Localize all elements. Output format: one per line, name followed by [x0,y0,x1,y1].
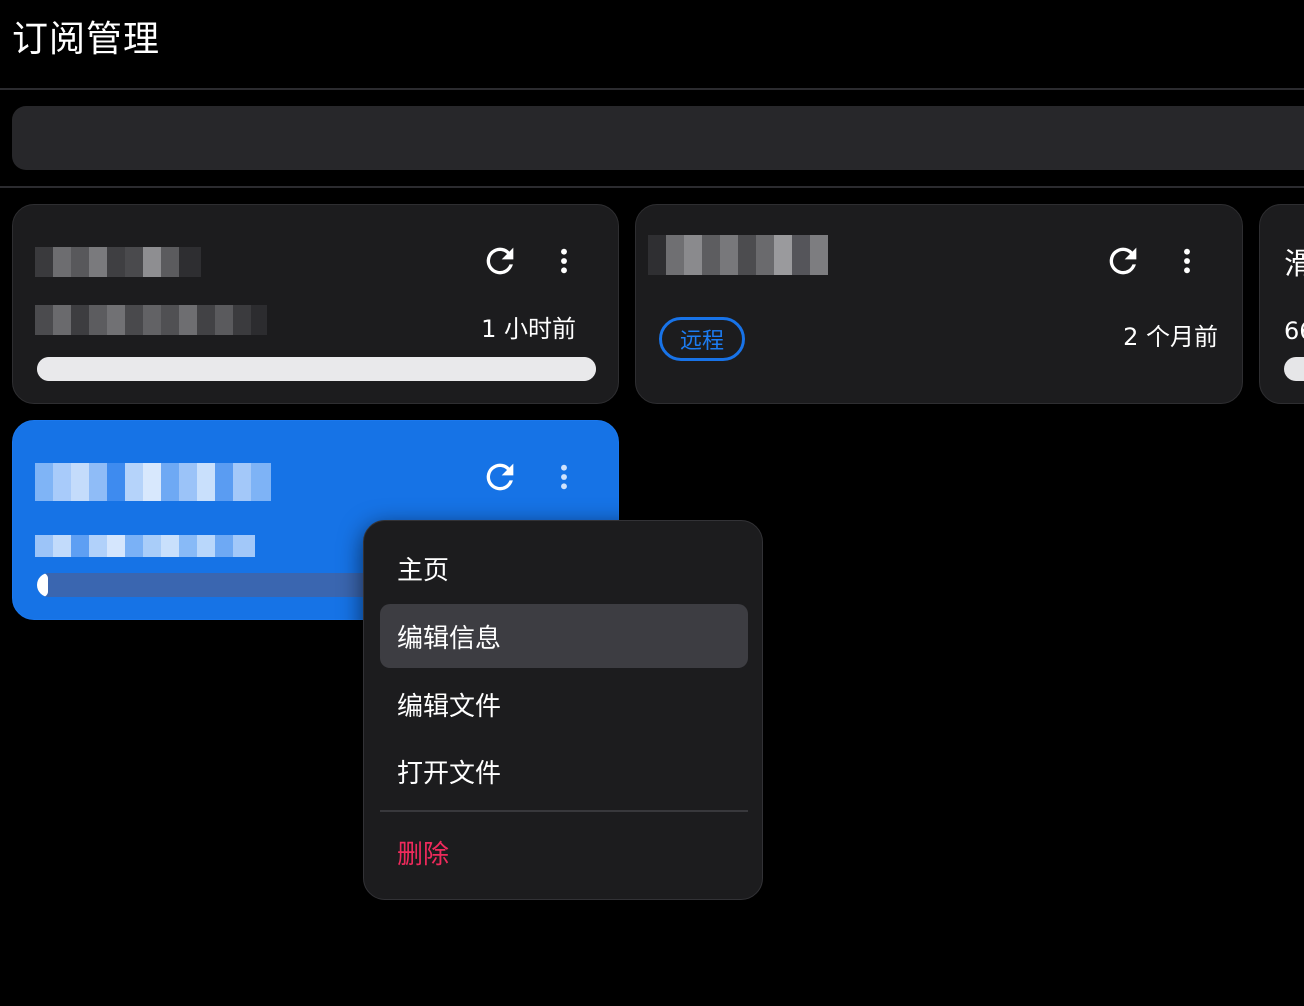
page-title: 订阅管理 [12,19,161,60]
card-value: 66 [1284,317,1304,345]
refresh-button[interactable] [476,453,524,501]
refresh-icon [486,463,514,491]
menu-item-edit-file[interactable]: 编辑文件 [380,672,748,736]
more-button[interactable] [540,453,588,501]
updated-time: 1 小时前 [481,315,576,343]
more-vertical-icon [561,248,567,274]
usage-progress-fill [37,573,49,597]
refresh-icon [1109,247,1137,275]
subscription-page: 订阅管理 1 小时前 远程 2 个月前 6 主页 编辑信息 编辑文件 打开文件 … [0,0,1304,1006]
card-title: 滑 [1284,245,1304,285]
menu-item-home[interactable]: 主页 [380,536,748,600]
card-url-redacted [35,305,267,335]
header-divider [0,88,1304,90]
more-button[interactable] [1163,237,1211,285]
remote-tag: 远程 [659,317,746,361]
menu-divider [380,810,748,812]
updated-time: 2 个月前 [1123,323,1218,351]
menu-item-delete[interactable]: 删除 [380,820,748,884]
refresh-icon [486,247,514,275]
context-menu: 主页 编辑信息 编辑文件 打开文件 删除 [363,520,763,900]
usage-progress-bar [37,357,596,381]
card-title-redacted [35,463,271,501]
menu-item-open-file[interactable]: 打开文件 [380,739,748,803]
usage-progress-fill [37,357,596,381]
refresh-button[interactable] [1099,237,1147,285]
subscription-card[interactable]: 滑 66 [1259,204,1304,404]
search-divider [0,186,1304,188]
more-vertical-icon [561,464,567,490]
subscription-card[interactable]: 1 小时前 [12,204,619,404]
card-url-redacted [35,535,255,557]
card-title-redacted [35,247,201,277]
menu-item-edit-info[interactable]: 编辑信息 [380,604,748,668]
search-input[interactable] [12,106,1304,170]
more-button[interactable] [540,237,588,285]
refresh-button[interactable] [476,237,524,285]
usage-progress-bar [1284,357,1304,381]
more-vertical-icon [1184,248,1190,274]
card-title-redacted [648,235,828,275]
subscription-card[interactable]: 远程 2 个月前 [635,204,1243,404]
